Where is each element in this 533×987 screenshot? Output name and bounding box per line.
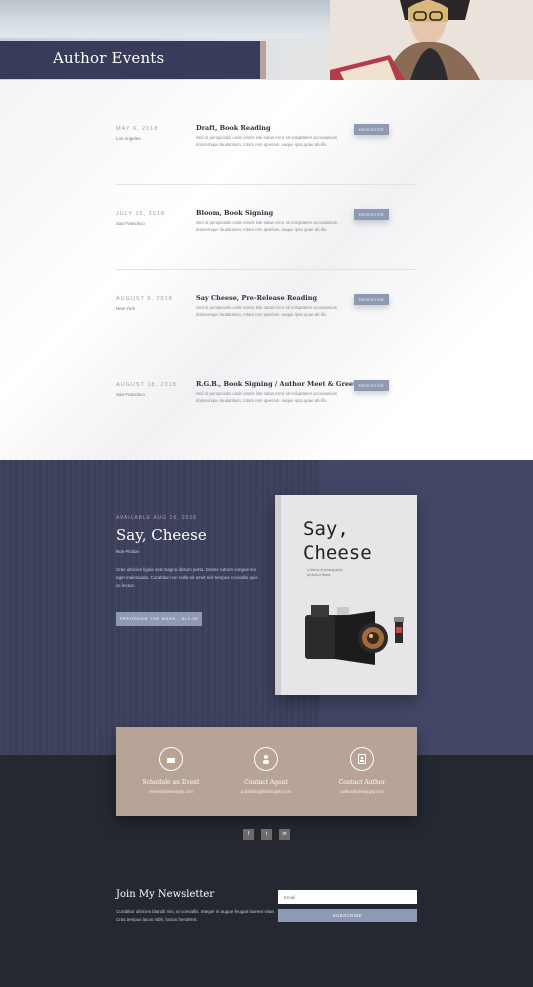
email-field[interactable]: [278, 890, 417, 904]
reader-photo: [330, 0, 533, 80]
event-name: Draft, Book Reading: [196, 124, 271, 132]
facebook-icon[interactable]: f: [243, 829, 254, 840]
divider: [116, 269, 416, 270]
contact-email[interactable]: events@divisupply.com: [121, 789, 221, 794]
page-title-bar: Author Events: [0, 41, 266, 79]
calendar-icon[interactable]: [159, 747, 183, 771]
contact-title: Contact Agent: [244, 779, 288, 786]
book-info-panel: [0, 460, 320, 755]
event-description: Sed ut perspiciatis unde omnis iste natu…: [196, 220, 338, 232]
contact-box: Contact Agent publishing@divisupply.com: [216, 727, 316, 816]
newsletter-description: Curabitur ultricies blandit nisi, ut con…: [116, 909, 276, 922]
hero-banner: Author Events: [0, 0, 533, 80]
register-button[interactable]: REGISTER: [354, 294, 389, 305]
contact-email[interactable]: author@divisupply.com: [312, 789, 412, 794]
subscribe-button[interactable]: SUBSCRIBE: [278, 909, 417, 922]
event-item: JULY 15, 2018 San Francisco Bloom, Book …: [116, 209, 416, 271]
cover-subtitle: a history of photography by Author Name: [307, 568, 342, 578]
contact-title: Contact Author: [338, 779, 386, 786]
page-title: Author Events: [53, 49, 165, 67]
cover-subtitle-line: by Author Name: [307, 573, 331, 577]
contact-title: Schedule an Event: [142, 779, 200, 786]
event-item: AUGUST 18, 2018 San Francisco R.G.B., Bo…: [116, 380, 416, 442]
event-description: Sed ut perspiciatis unde omnis iste natu…: [196, 135, 338, 147]
book-cover: Say, Cheese a history of photography by …: [275, 495, 417, 695]
availability-date: AVAILABLE AUG 16, 2018: [116, 515, 198, 521]
event-date: AUGUST 5, 2018: [116, 296, 173, 302]
event-name: Bloom, Book Signing: [196, 209, 274, 217]
cover-title: Say, Cheese: [303, 517, 372, 565]
event-description: Sed ut perspiciatis unde omnis iste natu…: [196, 391, 338, 403]
book-description: Cras ultricies ligula sed magna dictum p…: [116, 567, 258, 588]
event-date: AUGUST 18, 2018: [116, 382, 177, 388]
event-description: Sed ut perspiciatis unde omnis iste natu…: [196, 305, 338, 317]
contact-box: Schedule an Event events@divisupply.com: [121, 727, 221, 816]
contact-panel: Schedule an Event events@divisupply.com …: [116, 727, 417, 816]
events-section: MAY 6, 2018 Los Angeles Draft, Book Read…: [0, 80, 533, 460]
twitter-icon[interactable]: t: [261, 829, 272, 840]
linkedin-icon[interactable]: in: [279, 829, 290, 840]
event-location: San Francisco: [116, 221, 145, 226]
cover-title-line: Cheese: [303, 542, 372, 564]
contact-card-icon[interactable]: [350, 747, 374, 771]
contact-email[interactable]: publishing@divisupply.com: [216, 789, 316, 794]
register-button[interactable]: REGISTER: [354, 124, 389, 135]
event-location: San Francisco: [116, 392, 145, 397]
contact-box: Contact Author author@divisupply.com: [312, 727, 412, 816]
title-accent: [260, 41, 266, 79]
divider: [116, 184, 416, 185]
event-name: R.G.B., Book Signing / Author Meet & Gre…: [196, 380, 357, 388]
register-button[interactable]: REGISTER: [354, 380, 389, 391]
event-item: AUGUST 5, 2018 New York Say Cheese, Pre-…: [116, 294, 416, 356]
person-icon[interactable]: [254, 747, 278, 771]
event-location: Los Angeles: [116, 136, 141, 141]
book-section: AVAILABLE AUG 16, 2018 Say, Cheese Non-F…: [0, 460, 533, 755]
cover-title-line: Say,: [303, 518, 349, 540]
camera-illustration: [305, 605, 404, 665]
newsletter-title: Join My Newsletter: [116, 889, 215, 900]
register-button[interactable]: REGISTER: [354, 209, 389, 220]
event-date: MAY 6, 2018: [116, 126, 159, 132]
book-title: Say, Cheese: [116, 526, 207, 544]
preorder-button[interactable]: PREORDER THE BOOK - $12.95: [116, 612, 202, 626]
event-item: MAY 6, 2018 Los Angeles Draft, Book Read…: [116, 124, 416, 186]
event-date: JULY 15, 2018: [116, 211, 165, 217]
event-location: New York: [116, 306, 136, 311]
book-genre: Non-Fiction: [116, 549, 140, 554]
event-name: Say Cheese, Pre-Release Reading: [196, 294, 318, 302]
